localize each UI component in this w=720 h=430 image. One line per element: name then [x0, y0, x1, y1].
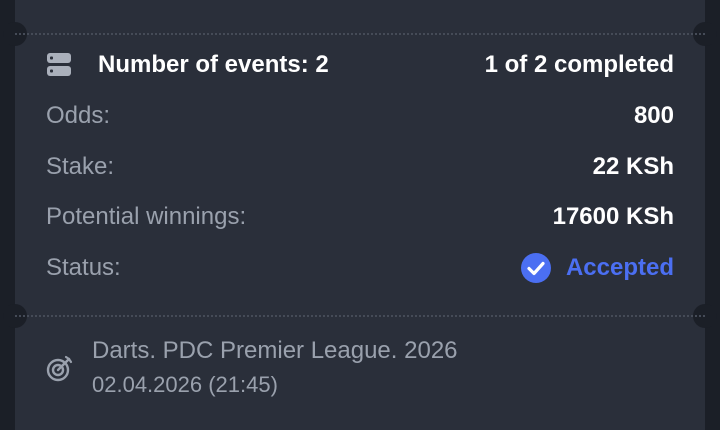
- ticket-divider-bottom: [15, 315, 705, 317]
- potential-winnings-row: Potential winnings: 17600 KSh: [46, 200, 674, 234]
- events-progress: 1 of 2 completed: [484, 51, 674, 78]
- event-name: Darts. PDC Premier League. 2026: [92, 337, 458, 364]
- summary-row: Number of events: 2 1 of 2 completed: [46, 48, 674, 82]
- stake-label: Stake:: [46, 153, 115, 180]
- dart-target-icon: [46, 354, 74, 382]
- status-label: Status:: [46, 254, 121, 281]
- status-badge: Accepted: [520, 252, 674, 284]
- potential-winnings-value: 17600 KSh: [552, 203, 674, 230]
- ticket-divider-top: [15, 33, 705, 35]
- odds-label: Odds:: [46, 102, 111, 129]
- status-value: Accepted: [565, 254, 674, 281]
- check-circle-icon: [520, 252, 552, 284]
- stake-value: 22 KSh: [592, 153, 674, 180]
- odds-row: Odds: 800: [46, 99, 674, 133]
- stake-row: Stake: 22 KSh: [46, 150, 674, 184]
- status-row: Status: Accepted: [46, 251, 674, 285]
- events-list-icon: [46, 52, 72, 78]
- event-item[interactable]: Darts. PDC Premier League. 2026 02.04.20…: [46, 334, 458, 402]
- number-of-events: Number of events: 2: [98, 51, 329, 78]
- potential-winnings-label: Potential winnings:: [46, 203, 247, 230]
- event-datetime: 02.04.2026 (21:45): [92, 372, 278, 397]
- odds-value: 800: [633, 102, 674, 129]
